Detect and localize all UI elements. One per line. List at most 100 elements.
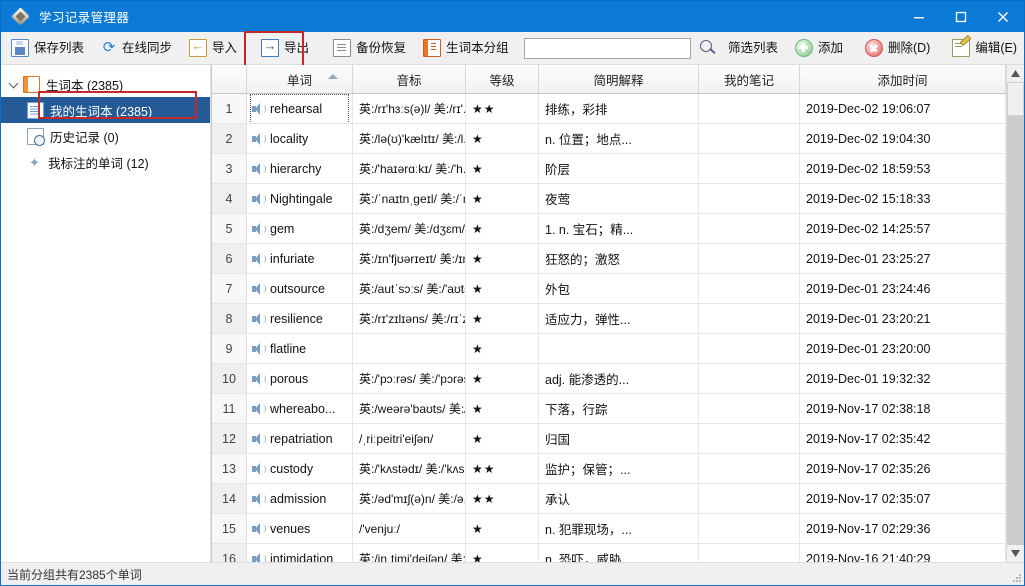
table-row[interactable]: 7outsource英:/autˈsɔːs/ 美:/'aʊts...★外包201… [212, 274, 1006, 304]
speaker-icon[interactable] [251, 222, 265, 236]
speaker-icon[interactable] [251, 192, 265, 206]
search-icon[interactable] [697, 37, 719, 59]
wordbook-group-button[interactable]: 生词本分组 [416, 35, 516, 61]
table-row[interactable]: 5gem英:/dʒem/ 美:/dʒɛm/★1. n. 宝石；精...2019-… [212, 214, 1006, 244]
word-text: resilience [270, 312, 323, 326]
sidebar-item-my-wordbook[interactable]: 我的生词本 (2385) [1, 97, 210, 123]
sidebar-item-history[interactable]: 历史记录 (0) [1, 123, 210, 149]
sidebar-item-marked-words[interactable]: ✦ 我标注的单词 (12) [1, 149, 210, 175]
scroll-down-button[interactable] [1007, 545, 1024, 562]
column-header-meaning[interactable]: 简明解释 [539, 65, 699, 94]
filter-list-button[interactable]: 筛选列表 [726, 35, 785, 61]
close-button[interactable] [982, 1, 1024, 32]
speaker-icon[interactable] [251, 282, 265, 296]
cell-word[interactable]: porous [247, 364, 353, 394]
table-row[interactable]: 14admission英:/əd'mɪʃ(ə)n/ 美:/ə...★★承认201… [212, 484, 1006, 514]
scroll-up-button[interactable] [1007, 65, 1024, 82]
speaker-icon[interactable] [251, 342, 265, 356]
speaker-icon[interactable] [251, 312, 265, 326]
import-button[interactable]: 导入 [182, 35, 244, 61]
cell-note [699, 364, 800, 394]
table-row[interactable]: 11whereabo...英:/weərə'baʊts/ 美:/...★下落，行… [212, 394, 1006, 424]
search-box[interactable] [524, 38, 691, 59]
cell-added-time: 2019-Nov-17 02:35:26 [800, 454, 1006, 484]
speaker-icon[interactable] [251, 432, 265, 446]
sidebar-item-wordbook-root[interactable]: 生词本 (2385) [1, 71, 210, 97]
minimize-button[interactable] [898, 1, 940, 32]
table-row[interactable]: 3hierarchy英:/'haɪərɑːkɪ/ 美:/'h...★阶层2019… [212, 154, 1006, 184]
speaker-icon[interactable] [251, 252, 265, 266]
cell-phonetic: 英:/'pɔːrəs/ 美:/'pɔrəs/ [353, 364, 466, 394]
online-sync-button[interactable]: ⟳ 在线同步 [94, 35, 179, 61]
word-text: Nightingale [270, 192, 333, 206]
cell-word[interactable]: rehearsal [247, 94, 353, 124]
table-row[interactable]: 13custody英:/'kʌstədɪ/ 美:/'kʌs...★★监护；保管；… [212, 454, 1006, 484]
delete-button[interactable]: 删除(D) [858, 35, 937, 61]
vertical-scrollbar[interactable] [1006, 65, 1024, 562]
cell-word[interactable]: resilience [247, 304, 353, 334]
word-table: 单词 音标 等级 简明解释 我的笔记 添加时间 1rehearsal英:/rɪ'… [211, 65, 1024, 562]
cell-phonetic [353, 334, 466, 364]
column-header-word[interactable]: 单词 [247, 65, 353, 94]
column-header-added-time[interactable]: 添加时间 [800, 65, 1006, 94]
backup-restore-button[interactable]: 备份恢复 [326, 35, 413, 61]
cell-added-time: 2019-Dec-02 19:04:30 [800, 124, 1006, 154]
import-label: 导入 [212, 42, 237, 55]
table-row[interactable]: 4Nightingale英:/ˈnaɪtnˌgeɪl/ 美:/ˈn...★夜莺2… [212, 184, 1006, 214]
speaker-icon[interactable] [251, 492, 265, 506]
cell-word[interactable]: outsource [247, 274, 353, 304]
cell-word[interactable]: Nightingale [247, 184, 353, 214]
cell-word[interactable]: whereabo... [247, 394, 353, 424]
title-bar: 学习记录管理器 [1, 1, 1024, 32]
cell-word[interactable]: intimidation [247, 544, 353, 563]
table-row[interactable]: 8resilience英:/rɪ'zɪlɪəns/ 美:/rɪˈz...★适应力… [212, 304, 1006, 334]
resize-grip[interactable] [1011, 572, 1021, 582]
speaker-icon[interactable] [251, 162, 265, 176]
chevron-down-icon[interactable] [7, 77, 21, 91]
table-row[interactable]: 15venues/'venjuː/★n. 犯罪现场，...2019-Nov-17… [212, 514, 1006, 544]
column-header-note[interactable]: 我的笔记 [699, 65, 800, 94]
cell-word[interactable]: locality [247, 124, 353, 154]
add-label: 添加 [818, 42, 843, 55]
table-row[interactable]: 16intimidation英:/inˌtimi'deiʃən/ 美:...★n… [212, 544, 1006, 563]
cell-word[interactable]: admission [247, 484, 353, 514]
edit-label: 编辑(E) [975, 42, 1017, 55]
column-header-level[interactable]: 等级 [466, 65, 539, 94]
table-row[interactable]: 2locality英:/lə(ʊ)'kælɪtɪ/ 美:/l...★n. 位置；… [212, 124, 1006, 154]
sidebar-item-label: 历史记录 (0) [50, 127, 119, 146]
table-row[interactable]: 6infuriate英:/ɪn'fjʊərɪeɪt/ 美:/ɪn...★狂怒的；… [212, 244, 1006, 274]
table-row[interactable]: 10porous英:/'pɔːrəs/ 美:/'pɔrəs/★adj. 能渗透的… [212, 364, 1006, 394]
speaker-icon[interactable] [251, 552, 265, 563]
cell-added-time: 2019-Nov-17 02:35:07 [800, 484, 1006, 514]
column-header-word-label: 单词 [287, 74, 312, 88]
table-row[interactable]: 9flatline★2019-Dec-01 23:20:00 [212, 334, 1006, 364]
speaker-icon[interactable] [251, 132, 265, 146]
add-button[interactable]: 添加 [788, 35, 850, 61]
speaker-icon[interactable] [251, 462, 265, 476]
cell-word[interactable]: custody [247, 454, 353, 484]
cell-word[interactable]: venues [247, 514, 353, 544]
speaker-icon[interactable] [251, 522, 265, 536]
word-text: repatriation [270, 432, 333, 446]
speaker-icon[interactable] [251, 102, 265, 116]
column-header-phonetic[interactable]: 音标 [353, 65, 466, 94]
table-row[interactable]: 12repatriation/ˌriːpeitri'eiʃən/★归国2019-… [212, 424, 1006, 454]
word-list-table: 单词 音标 等级 简明解释 我的笔记 添加时间 1rehearsal英:/rɪ'… [212, 65, 1006, 562]
save-list-button[interactable]: 保存列表 [4, 35, 91, 61]
cell-word[interactable]: gem [247, 214, 353, 244]
cell-word[interactable]: infuriate [247, 244, 353, 274]
cell-word[interactable]: repatriation [247, 424, 353, 454]
cell-word[interactable]: flatline [247, 334, 353, 364]
column-header-index[interactable] [212, 65, 247, 94]
scroll-thumb[interactable] [1007, 82, 1024, 116]
maximize-button[interactable] [940, 1, 982, 32]
table-row[interactable]: 1rehearsal英:/rɪ'hɜːs(ə)l/ 美:/rɪ'...★★排练，… [212, 94, 1006, 124]
speaker-icon[interactable] [251, 402, 265, 416]
scroll-track[interactable] [1007, 82, 1024, 545]
speaker-icon[interactable] [251, 372, 265, 386]
export-button[interactable]: 导出 [254, 35, 316, 61]
search-input[interactable] [525, 39, 690, 58]
edit-button[interactable]: 编辑(E) [945, 35, 1024, 61]
cell-level: ★ [466, 184, 539, 214]
cell-word[interactable]: hierarchy [247, 154, 353, 184]
